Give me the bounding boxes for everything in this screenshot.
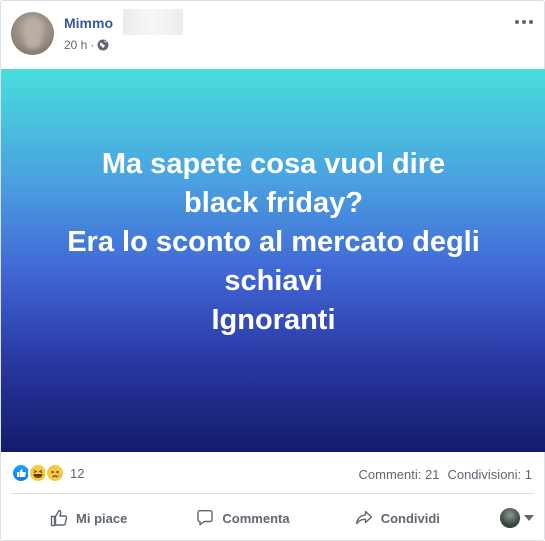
author-surname-redacted: [123, 9, 183, 35]
action-bar: Mi piace Commenta Condividi: [11, 497, 534, 539]
share-arrow-icon: [355, 510, 372, 525]
post-text-background[interactable]: Ma sapete cosa vuol dire black friday? E…: [1, 69, 545, 452]
facebook-post: Mimmo 20 h · Ma sapete cosa vuol dire bl…: [0, 0, 545, 541]
globe-icon[interactable]: [97, 39, 109, 51]
post-message-line: Ignoranti: [211, 304, 336, 336]
reaction-count: 12: [70, 465, 85, 481]
more-options-icon[interactable]: [514, 17, 534, 27]
author-avatar[interactable]: [11, 12, 54, 55]
post-message-line: schiavi: [224, 265, 323, 297]
post-as-selector[interactable]: [474, 508, 534, 528]
post-meta: 20 h ·: [64, 38, 109, 52]
comment-button[interactable]: Commenta: [165, 497, 319, 539]
like-button[interactable]: Mi piace: [11, 497, 165, 539]
sad-icon: [45, 463, 65, 483]
like-button-label: Mi piace: [76, 510, 128, 526]
thumbs-up-icon: [50, 509, 68, 527]
post-message: Ma sapete cosa vuol dire black friday? E…: [14, 145, 534, 340]
comments-count[interactable]: Commenti: 21: [359, 467, 440, 482]
engagement-counts: Commenti: 21 Condivisioni: 1: [359, 467, 532, 482]
comment-icon: [197, 510, 214, 526]
author-name[interactable]: Mimmo: [64, 15, 113, 31]
chevron-down-icon: [523, 515, 534, 521]
share-button-label: Condividi: [380, 510, 440, 526]
shares-count[interactable]: Condivisioni: 1: [447, 467, 532, 482]
post-message-line: black friday?: [184, 187, 363, 219]
meta-separator: ·: [90, 38, 95, 52]
share-button[interactable]: Condividi: [320, 497, 474, 539]
divider: [11, 493, 534, 494]
post-message-line: Ma sapete cosa vuol dire: [101, 148, 446, 180]
post-message-line: Era lo sconto al mercato degli: [67, 226, 480, 258]
comment-button-label: Commenta: [222, 510, 290, 526]
post-time[interactable]: 20 h: [64, 38, 87, 52]
user-avatar: [499, 508, 520, 528]
reactions-summary[interactable]: 12: [11, 463, 84, 483]
